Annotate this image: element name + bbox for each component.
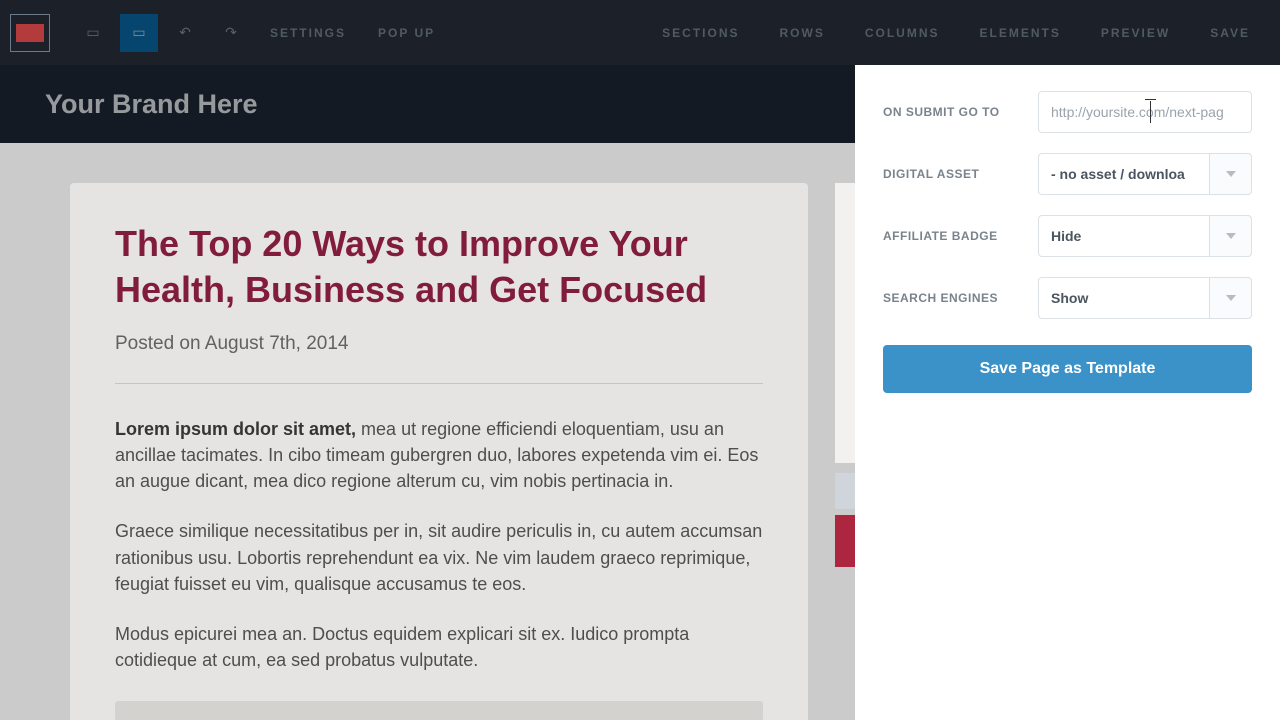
logo-icon	[16, 24, 44, 42]
sections-menu[interactable]: SECTIONS	[662, 26, 739, 40]
paragraph-2[interactable]: Graece similique necessitatibus per in, …	[115, 518, 763, 596]
article-meta: Posted on August 7th, 2014	[115, 333, 763, 355]
chevron-down-icon	[1226, 233, 1236, 239]
digital-asset-label: DIGITAL ASSET	[883, 167, 1038, 181]
undo-icon[interactable]: ↶	[166, 14, 204, 52]
app-logo[interactable]	[10, 14, 50, 52]
mobile-view-icon[interactable]: ▭	[120, 14, 158, 52]
sidebar-widgets-stub	[835, 183, 855, 567]
digital-asset-caret[interactable]	[1210, 153, 1252, 195]
redo-icon[interactable]: ↷	[212, 14, 250, 52]
on-submit-label: ON SUBMIT GO TO	[883, 105, 1038, 119]
editor-canvas[interactable]: The Top 20 Ways to Improve Your Health, …	[0, 143, 855, 720]
affiliate-badge-row: AFFILIATE BADGE Hide	[883, 215, 1252, 257]
elements-menu[interactable]: ELEMENTS	[980, 26, 1061, 40]
widget-stub	[835, 515, 855, 567]
rows-menu[interactable]: ROWS	[780, 26, 825, 40]
chevron-down-icon	[1226, 171, 1236, 177]
article-title[interactable]: The Top 20 Ways to Improve Your Health, …	[115, 221, 763, 313]
columns-menu[interactable]: COLUMNS	[865, 26, 940, 40]
settings-panel: GENERAL SETTINGS ON SUBMIT GO TO DIGITAL…	[855, 65, 1280, 720]
top-toolbar: ▭ ▭ ↶ ↷ SETTINGS POP UP SECTIONS ROWS CO…	[0, 0, 1280, 65]
paragraph-1[interactable]: Lorem ipsum dolor sit amet, mea ut regio…	[115, 416, 763, 494]
content-block[interactable]	[115, 701, 763, 720]
affiliate-badge-select[interactable]: Hide	[1038, 215, 1210, 257]
settings-menu[interactable]: SETTINGS	[270, 26, 346, 40]
search-engines-select[interactable]: Show	[1038, 277, 1210, 319]
lead-text: Lorem ipsum dolor sit amet,	[115, 419, 356, 439]
search-engines-row: SEARCH ENGINES Show	[883, 277, 1252, 319]
brand-bar: Your Brand Here	[0, 65, 855, 143]
popup-menu[interactable]: POP UP	[378, 26, 435, 40]
preview-button[interactable]: PREVIEW	[1101, 26, 1170, 40]
affiliate-badge-label: AFFILIATE BADGE	[883, 229, 1038, 243]
brand-title: Your Brand Here	[45, 89, 258, 120]
save-button[interactable]: SAVE	[1210, 26, 1250, 40]
on-submit-row: ON SUBMIT GO TO	[883, 91, 1252, 133]
widget-stub	[835, 473, 855, 509]
save-page-as-template-button[interactable]: Save Page as Template	[883, 345, 1252, 393]
on-submit-input[interactable]	[1038, 91, 1252, 133]
widget-stub	[835, 183, 855, 463]
affiliate-badge-caret[interactable]	[1210, 215, 1252, 257]
divider	[115, 383, 763, 384]
article-body[interactable]: Lorem ipsum dolor sit amet, mea ut regio…	[115, 416, 763, 720]
digital-asset-row: DIGITAL ASSET - no asset / downloa	[883, 153, 1252, 195]
search-engines-caret[interactable]	[1210, 277, 1252, 319]
desktop-view-icon[interactable]: ▭	[74, 14, 112, 52]
article-card[interactable]: The Top 20 Ways to Improve Your Health, …	[70, 183, 808, 720]
digital-asset-select[interactable]: - no asset / downloa	[1038, 153, 1210, 195]
paragraph-3[interactable]: Modus epicurei mea an. Doctus equidem ex…	[115, 621, 763, 673]
search-engines-label: SEARCH ENGINES	[883, 291, 1038, 305]
chevron-down-icon	[1226, 295, 1236, 301]
